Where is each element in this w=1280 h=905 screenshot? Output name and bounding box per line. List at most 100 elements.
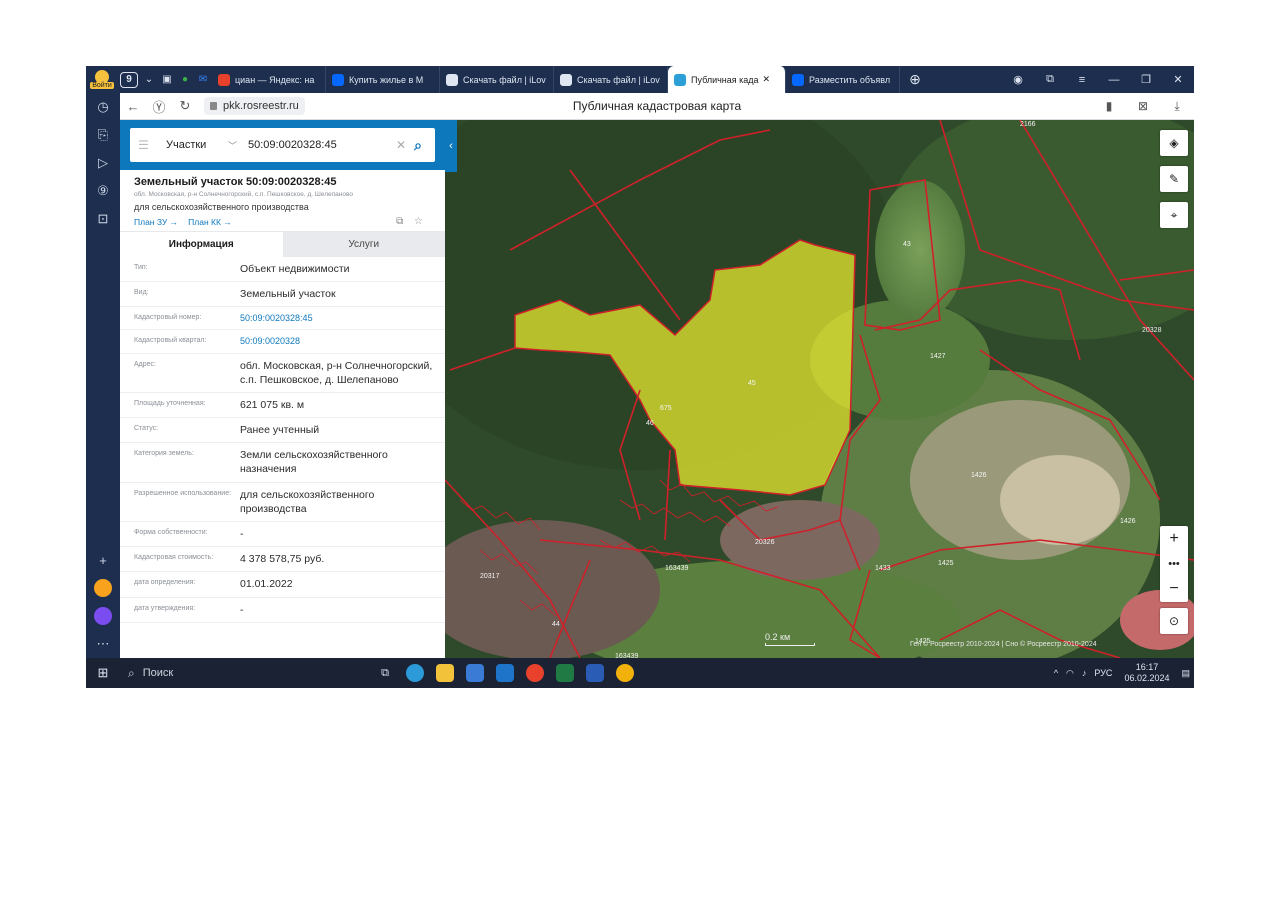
info-key: Тип: [134,264,148,271]
notifications-icon[interactable]: ▤ [1181,668,1190,679]
alice-sidebar-icon[interactable] [86,602,120,630]
chevron-down-icon[interactable]: ⌄ [140,66,158,93]
zoom-out-button[interactable]: − [1160,577,1188,602]
info-value-link[interactable]: 50:09:0020328 [240,335,435,347]
add-panel-icon[interactable]: + [86,546,120,574]
mail-icon[interactable] [490,658,520,688]
info-value: - [240,528,244,540]
excel-icon[interactable] [550,658,580,688]
close-window-button[interactable]: ✕ [1162,66,1194,93]
play-icon[interactable]: ▷ [86,149,120,177]
browser-tab[interactable]: Скачать файл | iLov [440,66,554,93]
browser-tab[interactable]: Разместить объявл [786,66,900,93]
export-icon[interactable]: ⧉ [396,216,403,227]
pinned-tab-icon[interactable]: ▣ [158,66,176,93]
screenshot-icon[interactable]: ⊡ [86,205,120,233]
alice-icon[interactable]: ◉ [1002,66,1034,93]
plan-kk-link[interactable]: План КК → [188,217,232,227]
clock[interactable]: 16:17 06.02.2024 [1124,662,1169,684]
parcel-label: 1425 [938,560,954,567]
close-tab-icon[interactable]: ✕ [763,74,771,85]
restore-button[interactable]: ❐ [1130,66,1162,93]
browser-tab[interactable]: Публичная када ✕ [668,66,786,93]
login-button[interactable]: Войти [86,66,118,93]
pinned-tab-green-icon[interactable]: ● [176,66,194,93]
browser-tab[interactable]: Купить жилье в М [326,66,440,93]
taskbar-search[interactable]: ⌕ Поиск [120,658,370,688]
volume-icon[interactable]: ♪ [1082,668,1087,678]
back-button[interactable]: ← [120,99,146,114]
info-value-link[interactable]: 50:09:0020328:45 [240,312,435,324]
language-indicator[interactable]: РУС [1094,668,1112,678]
search-area: ☰ Участки ﹀ 50:09:0020328:45 ✕ ⌕ [120,120,445,170]
yandex-sidebar-icon[interactable]: ⑨ [86,177,120,205]
history-icon[interactable]: ◷ [86,93,120,121]
reload-button[interactable]: ↻ [172,98,198,114]
info-value: Ранее учтенный [240,424,320,437]
zoom-more-button[interactable]: ••• [1160,551,1188,576]
word-icon[interactable] [580,658,610,688]
tab-label: Скачать файл | iLov [577,74,660,85]
yandex-home-button[interactable]: Ⓨ [146,97,172,116]
chrome-icon[interactable] [610,658,640,688]
info-key: Кадастровая стоимость: [134,554,214,562]
collections-icon[interactable]: ⎘ [86,121,120,149]
locate-icon[interactable]: ⌖ [1160,202,1188,228]
search-input[interactable]: 50:09:0020328:45 [248,139,393,151]
bookmark-icon[interactable]: ▮ [1092,99,1126,113]
tab-label: Скачать файл | iLov [463,74,546,85]
favorite-icon[interactable]: ☆ [414,216,423,227]
start-button[interactable]: ⊞ [86,665,120,681]
info-table: Тип: Объект недвижимости Вид: Земельный уча… [120,257,445,623]
browser-tab[interactable]: циан — Яндекс: на [212,66,326,93]
mail-tab-icon[interactable]: ✉ [194,66,212,93]
info-key: Кадастровый номер: [134,314,202,322]
more-icon[interactable]: ⋯ [86,630,120,658]
scale-label: 0.2 км [765,632,791,642]
tab-favicon-icon [218,73,230,86]
tab-favicon-icon [560,73,572,86]
task-view-icon[interactable]: ⧉ [370,658,400,688]
menu-icon[interactable]: ☰ [138,138,152,152]
url-field[interactable]: pkk.rosreestr.ru [204,97,305,115]
compass-icon[interactable]: ⊙ [1160,608,1188,634]
browser-tab[interactable]: Скачать файл | iLov [554,66,668,93]
file-explorer-icon[interactable] [430,658,460,688]
messenger-icon[interactable] [86,574,120,602]
layers-icon[interactable]: ◈ [1160,130,1188,156]
wifi-icon[interactable]: ◠ [1066,668,1074,679]
browser-tab-bar: Войти 9 ⌄ ▣ ● ✉ циан — Яндекс: на Купить … [86,66,1194,93]
search-bar: ☰ Участки ﹀ 50:09:0020328:45 ✕ ⌕ [130,128,435,162]
minimize-button[interactable]: — [1098,66,1130,93]
tab-info[interactable]: Информация [120,232,283,257]
new-tab-button[interactable]: ⊕ [900,66,930,93]
tabs-list-icon[interactable]: ⧉ [1034,66,1066,93]
info-row: Вид: Земельный участок [120,282,445,308]
url-text: pkk.rosreestr.ru [223,100,299,112]
info-key: Кадастровый квартал: [134,337,207,345]
tab-services[interactable]: Услуги [282,232,445,257]
edge-icon[interactable] [400,658,430,688]
clock-time: 16:17 [1135,662,1159,673]
zoom-in-button[interactable]: + [1160,526,1188,551]
parcel-label: 43 [903,241,911,248]
scale-bar: 0.2 км [765,632,815,646]
yandex-browser-icon[interactable] [520,658,550,688]
extension-icon[interactable]: ⊠ [1126,99,1160,113]
parcel-label: 20328 [1142,327,1162,334]
plan-zu-link[interactable]: План ЗУ → [134,217,178,227]
chevron-down-icon[interactable]: ﹀ [228,139,242,152]
store-icon[interactable] [460,658,490,688]
downloads-icon[interactable]: ⤓ [1160,99,1194,114]
clear-icon[interactable]: ✕ [393,138,409,152]
yandex-menu-button[interactable]: 9 [118,66,140,93]
search-icon[interactable]: ⌕ [409,137,427,154]
info-value: Объект недвижимости [240,263,350,275]
parcel-label: 1427 [930,353,946,360]
measure-icon[interactable]: ✎ [1160,166,1188,192]
collapse-panel-button[interactable]: ‹ [445,120,457,172]
chevron-up-icon[interactable]: ^ [1054,668,1058,678]
search-type-select[interactable]: Участки [166,139,228,151]
tab-label: циан — Яндекс: на [235,74,315,85]
menu-icon[interactable]: ≡ [1066,66,1098,93]
